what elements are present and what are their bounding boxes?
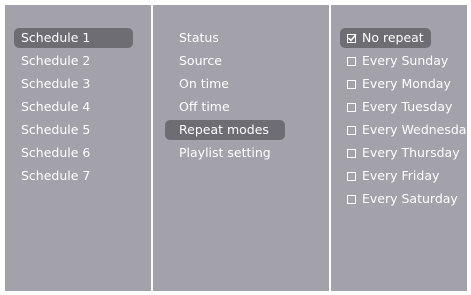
checkbox-icon bbox=[347, 103, 356, 112]
settings-item-status[interactable]: Status bbox=[165, 28, 219, 48]
repeat-option-every-tuesday[interactable]: Every Tuesday bbox=[340, 97, 452, 117]
repeat-option-label: Every Monday bbox=[362, 76, 451, 91]
column-divider bbox=[151, 5, 153, 291]
column-divider bbox=[329, 5, 331, 291]
repeat-option-label: Every Sunday bbox=[362, 53, 449, 68]
repeat-option-every-thursday[interactable]: Every Thursday bbox=[340, 143, 460, 163]
settings-item-label: Repeat modes bbox=[179, 122, 269, 137]
settings-item-label: Off time bbox=[179, 99, 230, 114]
schedule-item-6[interactable]: Schedule 6 bbox=[14, 143, 90, 163]
settings-item-repeat-modes[interactable]: Repeat modes bbox=[165, 120, 285, 140]
repeat-option-label: Every Thursday bbox=[362, 145, 460, 160]
schedule-item-3[interactable]: Schedule 3 bbox=[14, 74, 90, 94]
settings-item-off-time[interactable]: Off time bbox=[165, 97, 230, 117]
settings-item-playlist-setting[interactable]: Playlist setting bbox=[165, 143, 271, 163]
repeat-option-label: Every Saturday bbox=[362, 191, 458, 206]
checkbox-icon bbox=[347, 80, 356, 89]
checkbox-checked-icon bbox=[347, 33, 357, 43]
schedule-item-label: Schedule 3 bbox=[21, 76, 91, 91]
repeat-option-label: Every Friday bbox=[362, 168, 440, 183]
schedule-item-1[interactable]: Schedule 1 bbox=[14, 28, 133, 48]
checkbox-icon bbox=[347, 126, 356, 135]
repeat-option-every-sunday[interactable]: Every Sunday bbox=[340, 51, 448, 71]
schedule-item-label: Schedule 5 bbox=[21, 122, 91, 137]
repeat-option-label: Every Wednesday bbox=[362, 122, 471, 137]
schedule-item-4[interactable]: Schedule 4 bbox=[14, 97, 90, 117]
checkbox-icon bbox=[347, 172, 356, 181]
settings-item-label: Status bbox=[179, 30, 219, 45]
repeat-option-label: Every Tuesday bbox=[362, 99, 453, 114]
settings-item-source[interactable]: Source bbox=[165, 51, 222, 71]
schedule-item-2[interactable]: Schedule 2 bbox=[14, 51, 90, 71]
repeat-option-label: No repeat bbox=[362, 30, 424, 45]
schedule-item-5[interactable]: Schedule 5 bbox=[14, 120, 90, 140]
settings-item-label: On time bbox=[179, 76, 229, 91]
schedule-item-label: Schedule 1 bbox=[21, 30, 91, 45]
checkbox-icon bbox=[347, 195, 356, 204]
settings-item-label: Playlist setting bbox=[179, 145, 271, 160]
checkbox-icon bbox=[347, 57, 356, 66]
repeat-option-every-friday[interactable]: Every Friday bbox=[340, 166, 439, 186]
settings-item-label: Source bbox=[179, 53, 222, 68]
repeat-option-every-monday[interactable]: Every Monday bbox=[340, 74, 451, 94]
repeat-option-no-repeat[interactable]: No repeat bbox=[340, 28, 431, 48]
checkbox-icon bbox=[347, 149, 356, 158]
repeat-option-every-saturday[interactable]: Every Saturday bbox=[340, 189, 458, 209]
settings-item-on-time[interactable]: On time bbox=[165, 74, 229, 94]
osd-screen: { "schedules": { "items": ["Schedule 1",… bbox=[0, 0, 471, 295]
schedule-item-label: Schedule 4 bbox=[21, 99, 91, 114]
schedule-item-7[interactable]: Schedule 7 bbox=[14, 166, 90, 186]
schedule-item-label: Schedule 2 bbox=[21, 53, 91, 68]
schedule-item-label: Schedule 6 bbox=[21, 145, 91, 160]
repeat-option-every-wednesday[interactable]: Every Wednesday bbox=[340, 120, 471, 140]
schedule-item-label: Schedule 7 bbox=[21, 168, 91, 183]
